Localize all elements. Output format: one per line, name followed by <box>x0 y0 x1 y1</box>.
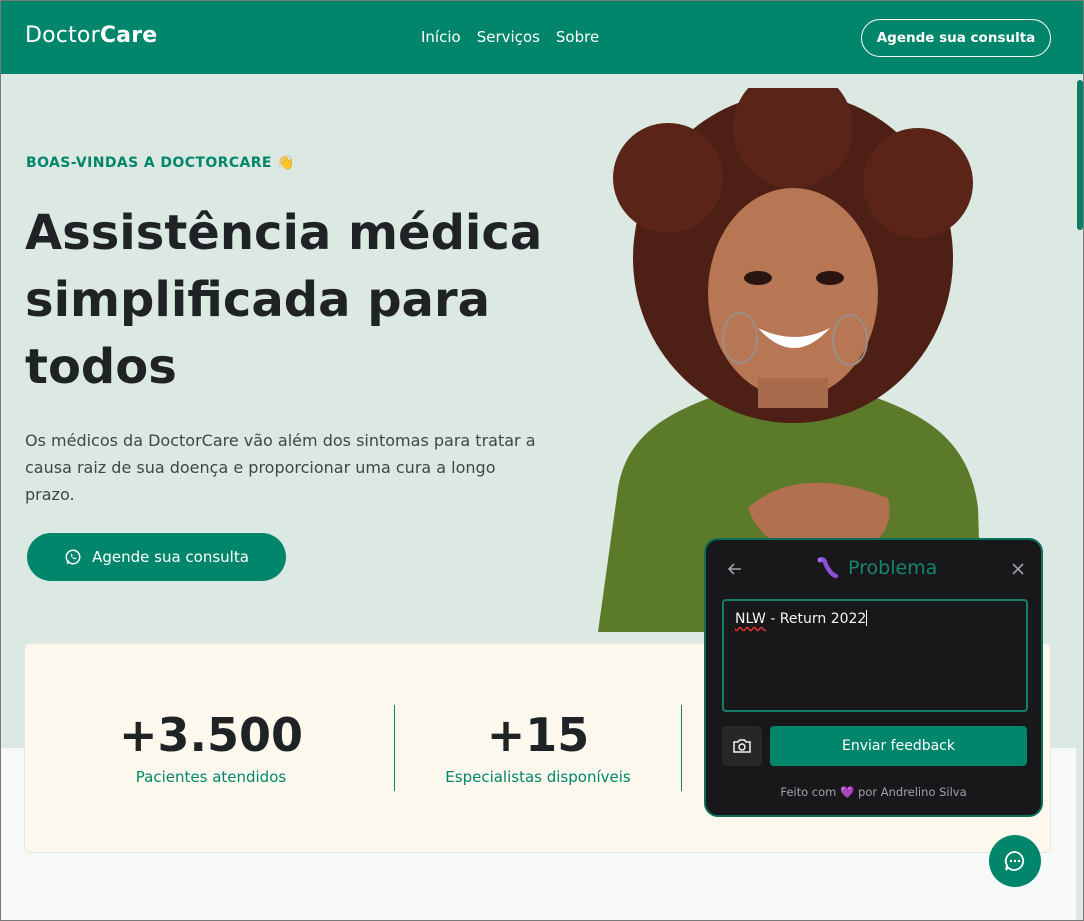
logo[interactable]: DoctorCare <box>25 23 157 48</box>
stat-divider <box>394 705 395 791</box>
screenshot-button[interactable] <box>722 726 762 766</box>
send-feedback-button[interactable]: Enviar feedback <box>770 726 1027 766</box>
text-caret <box>866 610 868 626</box>
hero-lead-text: Os médicos da DoctorCare vão além dos si… <box>25 431 536 504</box>
nav-link-servicos[interactable]: Serviços <box>477 28 540 46</box>
stat-label: Especialistas disponíveis <box>445 768 631 786</box>
bug-icon <box>817 557 839 579</box>
heart-icon: 💜 <box>840 785 855 799</box>
footer-prefix: Feito com <box>780 785 837 799</box>
stat-value: +3.500 <box>118 708 304 762</box>
arrow-left-icon[interactable] <box>726 560 744 578</box>
whatsapp-icon <box>65 549 81 565</box>
stat-value: +15 <box>486 708 590 762</box>
hero-headline: Assistência médica simplificada para tod… <box>25 205 543 395</box>
close-icon[interactable] <box>1010 561 1026 577</box>
feedback-toggle-button[interactable] <box>989 835 1041 887</box>
stat-divider <box>681 705 682 791</box>
widget-footer: Feito com 💜 por Andrelino Silva <box>706 785 1041 799</box>
stat-label: Pacientes atendidos <box>135 768 287 786</box>
stat-specialists: +15 Especialistas disponíveis <box>408 706 668 786</box>
feedback-text: - Return 2022 <box>765 611 867 627</box>
feedback-textarea[interactable]: NLW - Return 2022 <box>722 599 1028 712</box>
widget-title-text: Problema <box>848 557 938 579</box>
hero-eyebrow: BOAS-VINDAS A DOCTORCARE 👋 <box>26 155 295 171</box>
misspelled-word: NLW <box>735 611 766 627</box>
widget-title: Problema <box>816 556 937 580</box>
top-navbar: DoctorCare Início Serviços Sobre Agende … <box>0 0 1084 74</box>
hero-schedule-label: Agende sua consulta <box>92 548 249 566</box>
chat-icon <box>1004 851 1025 871</box>
footer-author: por Andrelino Silva <box>858 785 967 799</box>
stat-patients: +3.500 Pacientes atendidos <box>81 706 341 786</box>
camera-icon <box>733 739 751 753</box>
main-nav: Início Serviços Sobre <box>421 28 599 46</box>
page-scrollbar-thumb[interactable] <box>1077 80 1083 230</box>
nav-link-sobre[interactable]: Sobre <box>556 28 599 46</box>
nav-link-inicio[interactable]: Início <box>421 28 461 46</box>
feedback-widget: Problema NLW - Return 2022 Enviar feedba… <box>704 538 1043 817</box>
header-schedule-button[interactable]: Agende sua consulta <box>861 19 1051 57</box>
hero-schedule-button[interactable]: Agende sua consulta <box>27 533 286 581</box>
